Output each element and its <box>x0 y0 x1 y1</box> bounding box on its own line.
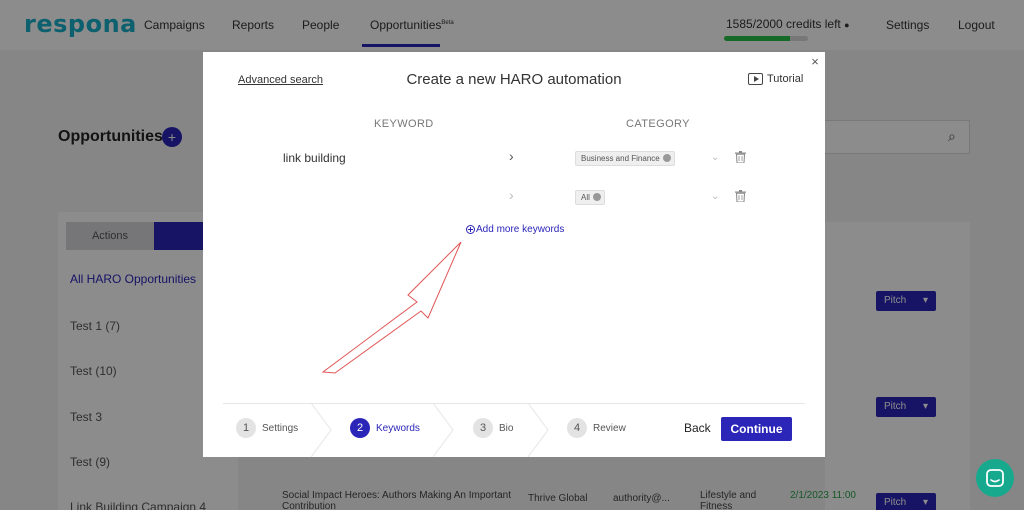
step-review[interactable]: 4 Review <box>567 418 626 438</box>
annotation-arrow <box>321 241 462 374</box>
chat-launcher-button[interactable] <box>976 459 1014 497</box>
step-keywords[interactable]: 2 Keywords <box>350 418 420 438</box>
step-number: 2 <box>350 418 370 438</box>
step-number: 1 <box>236 418 256 438</box>
step-number: 3 <box>473 418 493 438</box>
step-label: Keywords <box>376 422 420 434</box>
step-number: 4 <box>567 418 587 438</box>
step-label: Bio <box>499 422 514 434</box>
step-label: Review <box>593 422 626 434</box>
step-label: Settings <box>262 422 299 434</box>
step-bio[interactable]: 3 Bio <box>473 418 513 438</box>
step-separator <box>311 403 332 457</box>
step-settings[interactable]: 1 Settings <box>236 418 298 438</box>
haro-automation-modal: × Advanced search Create a new HARO auto… <box>203 52 825 457</box>
chat-icon <box>986 469 1004 487</box>
step-separator <box>433 403 454 457</box>
back-button[interactable]: Back <box>684 421 711 435</box>
continue-button[interactable]: Continue <box>721 417 792 441</box>
step-separator <box>528 403 549 457</box>
